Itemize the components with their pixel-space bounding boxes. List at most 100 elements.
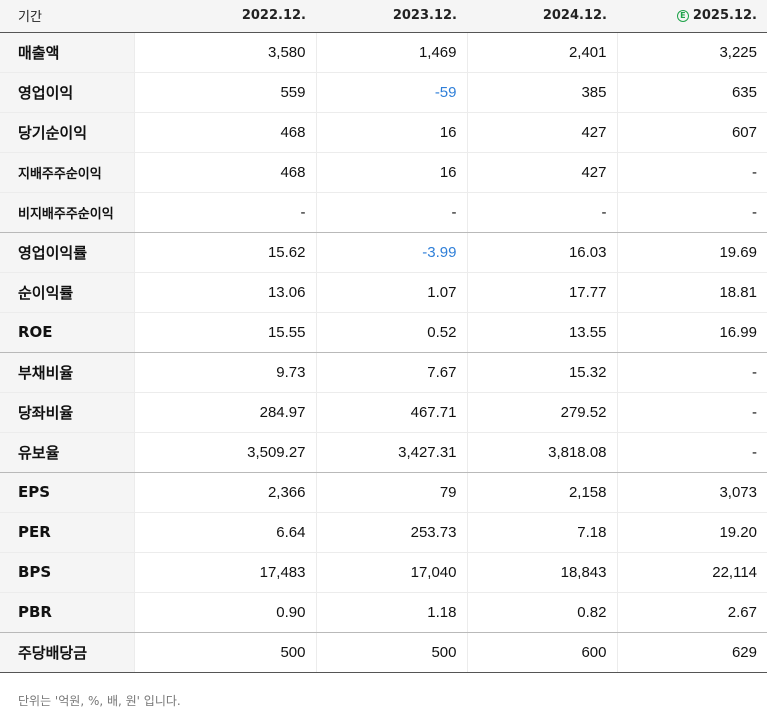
financial-summary-table: 기간 2022.12. 2023.12. 2024.12. E 2025.12. …	[0, 0, 767, 673]
table-cell: 427	[466, 152, 617, 193]
row-label: 매출액	[0, 32, 134, 73]
table-cell: 16	[315, 152, 467, 193]
table-row: 유보율 3,509.27 3,427.31 3,818.08 -	[0, 432, 767, 473]
table-cell: -	[616, 192, 767, 233]
table-cell: 253.73	[315, 512, 467, 553]
period-header-2025-label: 2025.12.	[692, 8, 757, 24]
table-cell: 22,114	[616, 552, 767, 593]
row-label: PBR	[0, 592, 134, 633]
row-label: 당기순이익	[0, 112, 134, 153]
table-cell: 0.82	[466, 592, 617, 633]
table-cell: 3,073	[616, 472, 767, 513]
period-header-2024: 2024.12.	[467, 0, 617, 33]
table-cell: 15.55	[133, 312, 316, 353]
row-label: 주당배당금	[0, 632, 134, 673]
table-row: 영업이익률 15.62 -3.99 16.03 19.69	[0, 232, 767, 273]
table-cell: 7.18	[466, 512, 617, 553]
unit-footnote: 단위는 '억원, %, 배, 원' 입니다.	[18, 694, 181, 708]
table-cell: 2.67	[616, 592, 767, 633]
table-cell: -	[133, 192, 316, 233]
table-cell: 427	[466, 112, 617, 153]
table-row: 주당배당금 500 500 600 629	[0, 632, 767, 673]
table-row: 부채비율 9.73 7.67 15.32 -	[0, 352, 767, 393]
table-cell: 1.07	[315, 272, 467, 313]
table-cell: 1,469	[315, 32, 467, 73]
row-label: 영업이익	[0, 72, 134, 113]
table-cell: 3,580	[133, 32, 316, 73]
row-label: EPS	[0, 472, 134, 513]
table-cell: 500	[133, 632, 316, 673]
table-cell: -3.99	[315, 232, 467, 273]
table-cell: 18,843	[466, 552, 617, 593]
table-cell: 17.77	[466, 272, 617, 313]
table-cell: 19.69	[616, 232, 767, 273]
table-cell: 13.55	[466, 312, 617, 353]
table-cell: 3,225	[616, 32, 767, 73]
table-cell: 385	[466, 72, 617, 113]
table-cell: 3,427.31	[315, 432, 467, 473]
table-cell: 629	[616, 632, 767, 673]
header-row: 기간 2022.12. 2023.12. 2024.12. E 2025.12.	[0, 0, 767, 33]
table-cell: 79	[315, 472, 467, 513]
row-label: 순이익률	[0, 272, 134, 313]
table-cell: 607	[616, 112, 767, 153]
table-cell: 468	[133, 112, 316, 153]
table-cell: 2,366	[133, 472, 316, 513]
row-label: BPS	[0, 552, 134, 593]
financial-summary-table-container: 기간 2022.12. 2023.12. 2024.12. E 2025.12. …	[0, 0, 767, 673]
table-cell: 18.81	[616, 272, 767, 313]
table-cell: 600	[466, 632, 617, 673]
table-row: PBR 0.90 1.18 0.82 2.67	[0, 592, 767, 633]
row-label: 부채비율	[0, 352, 134, 393]
row-label: 비지배주주순이익	[0, 192, 134, 233]
table-cell: -	[315, 192, 467, 233]
estimate-icon: E	[676, 9, 689, 22]
table-cell: -	[466, 192, 617, 233]
row-label: ROE	[0, 312, 134, 353]
row-label: 유보율	[0, 432, 134, 473]
table-row: 당좌비율 284.97 467.71 279.52 -	[0, 392, 767, 433]
table-cell: 15.32	[466, 352, 617, 393]
table-cell: 2,158	[466, 472, 617, 513]
row-label: 영업이익률	[0, 232, 134, 273]
table-row: 비지배주주순이익 - - - -	[0, 192, 767, 233]
table-cell: 0.90	[133, 592, 316, 633]
row-label: 지배주주순이익	[0, 152, 134, 193]
table-cell: 468	[133, 152, 316, 193]
table-cell: -	[616, 432, 767, 473]
table-cell: -59	[315, 72, 467, 113]
table-cell: 16	[315, 112, 467, 153]
table-cell: -	[616, 152, 767, 193]
period-header-2022: 2022.12.	[134, 0, 316, 33]
table-cell: 467.71	[315, 392, 467, 433]
table-cell: -	[616, 352, 767, 393]
table-cell: 6.64	[133, 512, 316, 553]
table-row: 지배주주순이익 468 16 427 -	[0, 152, 767, 193]
table-cell: -	[616, 392, 767, 433]
table-cell: 2,401	[466, 32, 617, 73]
table-cell: 3,509.27	[133, 432, 316, 473]
row-label: PER	[0, 512, 134, 553]
table-row: PER 6.64 253.73 7.18 19.20	[0, 512, 767, 553]
table-row: ROE 15.55 0.52 13.55 16.99	[0, 312, 767, 353]
table-cell: 16.03	[466, 232, 617, 273]
table-cell: 17,483	[133, 552, 316, 593]
table-cell: 559	[133, 72, 316, 113]
table-cell: 500	[315, 632, 467, 673]
table-row: BPS 17,483 17,040 18,843 22,114	[0, 552, 767, 593]
table-row: EPS 2,366 79 2,158 3,073	[0, 472, 767, 513]
table-cell: 635	[616, 72, 767, 113]
table-cell: 13.06	[133, 272, 316, 313]
table-cell: 279.52	[466, 392, 617, 433]
period-header-2023: 2023.12.	[316, 0, 467, 33]
table-cell: 15.62	[133, 232, 316, 273]
table-cell: 16.99	[616, 312, 767, 353]
period-header-label: 기간	[0, 0, 134, 33]
table-cell: 7.67	[315, 352, 467, 393]
period-header-2025-estimate: E 2025.12.	[617, 0, 767, 33]
table-cell: 1.18	[315, 592, 467, 633]
table-cell: 3,818.08	[466, 432, 617, 473]
table-row: 매출액 3,580 1,469 2,401 3,225	[0, 32, 767, 73]
table-cell: 17,040	[315, 552, 467, 593]
table-cell: 284.97	[133, 392, 316, 433]
